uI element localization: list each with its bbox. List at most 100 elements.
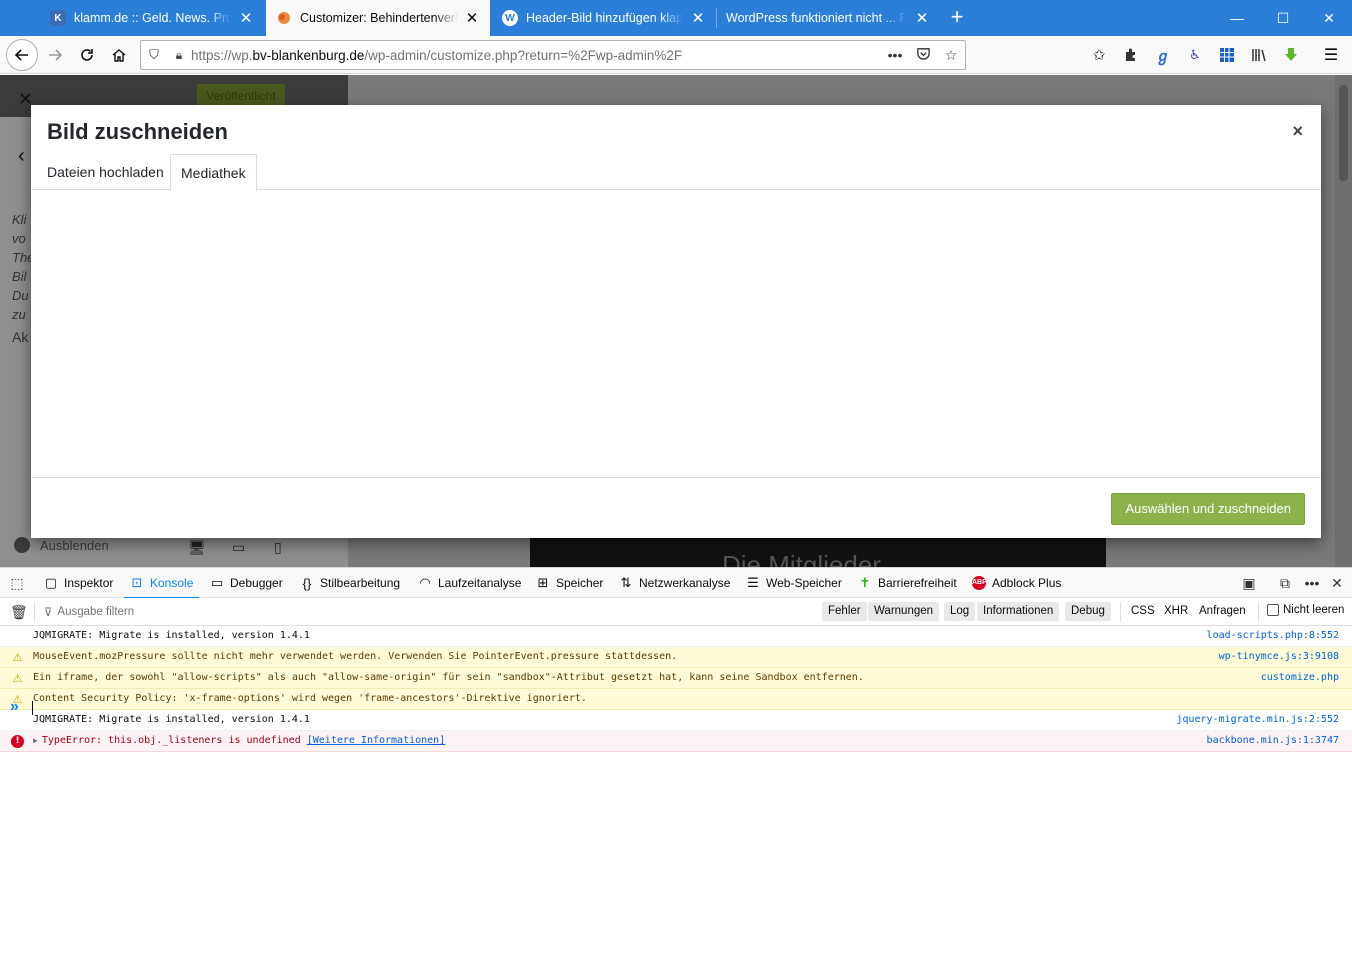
filter-debug-button[interactable]: Debug [1065,602,1111,621]
reload-icon [81,49,93,61]
message-source-link[interactable]: jquery-migrate.min.js:2:552 [1176,714,1339,725]
reload-button[interactable] [72,40,102,70]
lock-icon[interactable]: 🔒︎ [167,48,191,63]
url-text[interactable]: https://wp.bv-blankenburg.de/wp-admin/cu… [191,48,881,63]
grammar-extension-icon[interactable]: ℊ [1152,44,1174,66]
tablet-preview-icon: ▭ [232,539,246,555]
console-message: ! ▶ TypeError: this.obj._listeners is und… [0,731,1352,752]
devtools-tab-inspector[interactable]: ▢ Inspektor [44,568,114,598]
warning-icon: ⚠ [12,651,23,664]
klamm-favicon-icon: K [50,10,66,26]
console-message: JQMIGRATE: Migrate is installed, version… [0,626,1352,647]
page-scrollbar[interactable] [1335,75,1352,567]
browser-tab-klamm[interactable]: K klamm.de :: Geld. News. Promotions ✕ [40,0,264,36]
devtools-tab-debugger[interactable]: ▭ Debugger [210,568,283,598]
back-button[interactable] [6,39,38,71]
tab-title: Header-Bild hinzufügen klappt [526,11,684,25]
devtools-menu-icon[interactable]: ••• [1303,574,1321,592]
browser-tab-customizer[interactable]: Customizer: Behindertenverband ✕ [266,0,490,36]
accessibility-extension-icon[interactable]: ♿︎ [1184,44,1206,66]
message-source-link[interactable]: backbone.min.js:1:3747 [1207,735,1339,746]
maximize-button[interactable]: ☐ [1260,0,1306,36]
close-tab-icon[interactable]: ✕ [914,9,930,27]
browser-tab-bar: K klamm.de :: Geld. News. Promotions ✕ C… [0,0,1352,36]
close-devtools-icon[interactable]: ✕ [1328,574,1346,592]
devtools-tab-adblock-plus[interactable]: ABP Adblock Plus [972,568,1061,598]
console-input[interactable] [32,701,33,715]
clear-console-trash-icon[interactable]: 🗑︎ [10,604,28,621]
select-and-crop-button[interactable]: Auswählen und zuschneiden [1111,493,1305,525]
more-info-link[interactable]: [Weitere Informationen] [307,735,445,746]
devtools-tab-storage[interactable]: ☰ Web-Speicher [746,568,842,598]
devtools-tab-console[interactable]: ⊡ Konsole [123,568,200,599]
bookmark-star-icon[interactable]: ☆ [937,47,965,64]
close-window-button[interactable]: ✕ [1306,0,1352,36]
tracking-shield-icon[interactable]: ⛉ [141,47,167,63]
devtools-tab-memory[interactable]: ⊞ Speicher [536,568,604,598]
back-chevron-icon: ‹ [18,145,25,167]
forward-button[interactable] [40,40,70,70]
bookmarks-menu-icon[interactable]: ✩ [1088,44,1110,66]
devtools-tab-network[interactable]: ⇅ Netzwerkanalyse [619,568,731,598]
browser-tab-header-bild[interactable]: W Header-Bild hinzufügen klappt ✕ [492,0,716,36]
library-icon[interactable] [1248,44,1270,66]
mobile-preview-icon: ▯ [274,539,282,555]
console-filter-input[interactable]: ⊽ Ausgabe filtern [44,602,344,622]
network-icon: ⇅ [620,575,632,590]
page-actions-icon[interactable]: ••• [881,47,909,63]
tab-upload-files[interactable]: Dateien hochladen [37,154,174,190]
extensions-puzzle-icon[interactable] [1120,44,1142,66]
filter-warnings-button[interactable]: Warnungen [868,602,940,621]
filter-funnel-icon: ⊽ [44,607,53,619]
home-button[interactable] [104,40,134,70]
tab-title: WordPress funktioniert nicht ... Fehler [726,11,908,25]
modal-footer: Auswählen und zuschneiden [31,477,1321,538]
accessibility-icon: ✝ [859,575,871,590]
console-prompt-icon: » [10,698,19,715]
error-icon: ! [11,735,24,748]
grid-extension-icon[interactable] [1216,44,1238,66]
filter-requests-button[interactable]: Anfragen [1193,602,1252,621]
hamburger-menu-icon[interactable]: ☰ [1320,44,1342,66]
adblock-icon: ABP [972,576,987,590]
download-extension-icon[interactable] [1280,44,1302,66]
tab-title: klamm.de :: Geld. News. Promotions [74,11,232,25]
tab-media-library[interactable]: Mediathek [170,154,257,191]
close-tab-icon[interactable]: ✕ [464,9,480,27]
pocket-icon[interactable] [909,46,937,64]
filter-xhr-button[interactable]: XHR [1158,602,1194,621]
new-tab-button[interactable]: + [944,6,970,30]
devtools-tab-bar: ⬚ ▢ Inspektor ⊡ Konsole ▭ Debugger {} Stilbe… [0,568,1352,599]
message-source-link[interactable]: wp-tinymce.js:3:9108 [1219,651,1339,662]
filter-errors-button[interactable]: Fehler [822,602,867,621]
console-output: JQMIGRATE: Migrate is installed, version… [0,626,1352,752]
close-tab-icon[interactable]: ✕ [690,9,706,27]
minimize-button[interactable]: — [1214,0,1260,36]
persist-logs-checkbox[interactable]: Nicht leeren [1267,604,1344,616]
devtools-tab-style-editor[interactable]: {} Stilbearbeitung [300,568,400,598]
desktop-preview-icon: 🖥︎ [188,539,206,555]
message-source-link[interactable]: load-scripts.php:8:552 [1207,630,1339,641]
close-tab-icon[interactable]: ✕ [238,9,254,27]
navigation-toolbar: ⛉ 🔒︎ https://wp.bv-blankenburg.de/wp-adm… [0,36,1352,74]
wordpress-favicon-icon: W [502,10,518,26]
responsive-mode-icon[interactable]: ⧉ [1276,574,1294,592]
customizer-favicon-icon [276,10,292,26]
warning-icon: ⚠ [12,672,23,685]
filter-log-button[interactable]: Log [944,602,976,621]
arrow-right-icon [49,49,63,61]
devtools-tab-accessibility[interactable]: ✝ Barrierefreiheit [858,568,957,598]
message-source-link[interactable]: customize.php [1261,672,1339,683]
element-picker-icon[interactable]: ⬚ [8,574,26,592]
modal-close-icon[interactable]: × [1292,121,1303,142]
browser-tab-wordpress-fehler[interactable]: WordPress funktioniert nicht ... Fehler … [716,0,940,36]
banner-text: Die Mitglieder [722,550,881,567]
filter-css-button[interactable]: CSS [1125,602,1161,621]
filter-info-button[interactable]: Informationen [977,602,1060,621]
devtools-tab-performance[interactable]: ◠ Laufzeitanalyse [418,568,521,598]
url-bar[interactable]: ⛉ 🔒︎ https://wp.bv-blankenburg.de/wp-adm… [140,40,966,70]
console-message: ⚠ MouseEvent.mozPressure sollte nicht me… [0,647,1352,668]
expand-triangle-icon[interactable]: ▶ [33,736,38,745]
dock-layout-icon[interactable]: ▣ [1240,574,1258,592]
console-message: ⚠ Content Security Policy: 'x-frame-opti… [0,689,1352,710]
